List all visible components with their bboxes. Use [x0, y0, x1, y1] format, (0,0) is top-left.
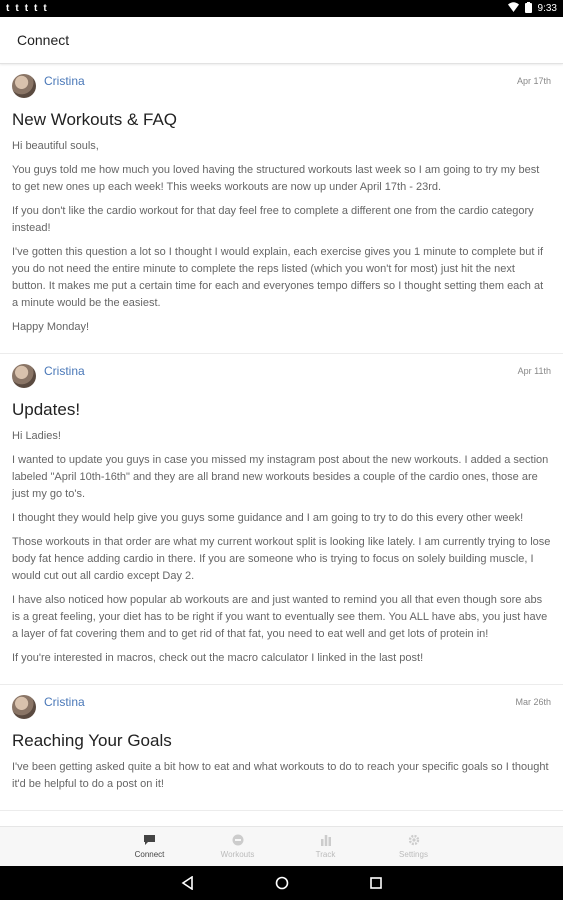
bar-chart-icon — [319, 833, 333, 847]
chat-bubble-icon — [143, 833, 157, 847]
post-card[interactable]: Cristina Apr 17th New Workouts & FAQ Hi … — [0, 64, 563, 354]
post-paragraph: Hi beautiful souls, — [12, 140, 99, 152]
avatar[interactable] — [12, 695, 36, 719]
gear-icon — [407, 833, 421, 847]
post-title: New Workouts & FAQ — [12, 110, 178, 129]
author-link[interactable]: Cristina — [44, 74, 85, 88]
nav-label: Connect — [134, 850, 165, 859]
post-paragraph: Those workouts in that order are what my… — [12, 536, 551, 582]
app-bar: Connect — [0, 17, 563, 64]
notification-icon: t — [15, 3, 19, 14]
avatar[interactable] — [12, 74, 36, 98]
post-paragraph: You guys told me how much you loved havi… — [12, 164, 540, 193]
battery-icon — [524, 1, 532, 16]
wifi-icon — [507, 2, 519, 15]
recents-icon[interactable] — [367, 874, 385, 892]
status-bar: t t t t t 9:33 — [0, 0, 563, 17]
post-body: Hi beautiful souls, You guys told me how… — [12, 138, 551, 336]
dumbbell-icon — [231, 833, 245, 847]
post-date: Apr 11th — [517, 366, 551, 376]
post-title: Updates! — [12, 400, 81, 419]
bottom-nav: Connect Workouts Track Settings — [0, 826, 563, 866]
author-link[interactable]: Cristina — [44, 695, 85, 709]
post-header: Cristina Apr 11th — [12, 362, 551, 390]
back-icon[interactable] — [179, 874, 197, 892]
post-paragraph: If you don't like the cardio workout for… — [12, 205, 534, 234]
post-date: Mar 26th — [515, 697, 551, 707]
nav-item-connect[interactable]: Connect — [125, 833, 175, 866]
post-header: Cristina Mar 26th — [12, 693, 551, 721]
post-paragraph: I've been getting asked quite a bit how … — [12, 761, 549, 790]
nav-item-settings[interactable]: Settings — [389, 833, 439, 866]
post-paragraph: Hi Ladies! — [12, 430, 61, 442]
post-body: Hi Ladies! I wanted to update you guys i… — [12, 428, 551, 667]
post-paragraph: Happy Monday! — [12, 321, 90, 333]
nav-label: Settings — [399, 850, 428, 859]
post-body: I've been getting asked quite a bit how … — [12, 759, 551, 793]
post-header: Cristina Apr 17th — [12, 72, 551, 100]
post-card[interactable]: Cristina Apr 11th Updates! Hi Ladies! I … — [0, 354, 563, 685]
notification-icon: t — [6, 3, 10, 14]
post-paragraph: If you're interested in macros, check ou… — [12, 652, 424, 664]
post-paragraph: I've gotten this question a lot so I tho… — [12, 246, 544, 309]
nav-label: Track — [315, 850, 336, 859]
post-paragraph: I thought they would help give you guys … — [12, 512, 524, 524]
notification-icon: t — [34, 3, 38, 14]
system-nav-bar — [0, 866, 563, 900]
home-icon[interactable] — [273, 874, 291, 892]
post-paragraph: I have also noticed how popular ab worko… — [12, 594, 548, 640]
notification-icon: t — [24, 3, 29, 14]
post-paragraph: I wanted to update you guys in case you … — [12, 454, 549, 500]
post-feed[interactable]: Cristina Apr 17th New Workouts & FAQ Hi … — [0, 64, 563, 826]
nav-item-track[interactable]: Track — [301, 833, 351, 866]
notification-icons: t t t t t — [6, 3, 47, 14]
post-title: Reaching Your Goals — [12, 731, 172, 750]
notification-icon: t — [43, 3, 47, 14]
post-date: Apr 17th — [516, 76, 551, 86]
author-link[interactable]: Cristina — [44, 364, 85, 378]
nav-item-workouts[interactable]: Workouts — [213, 833, 263, 866]
avatar[interactable] — [12, 364, 36, 388]
clock: 9:33 — [537, 3, 557, 14]
page-title: Connect — [17, 32, 70, 48]
nav-label: Workouts — [220, 850, 255, 859]
post-card[interactable]: Cristina Mar 26th Reaching Your Goals I'… — [0, 685, 563, 811]
